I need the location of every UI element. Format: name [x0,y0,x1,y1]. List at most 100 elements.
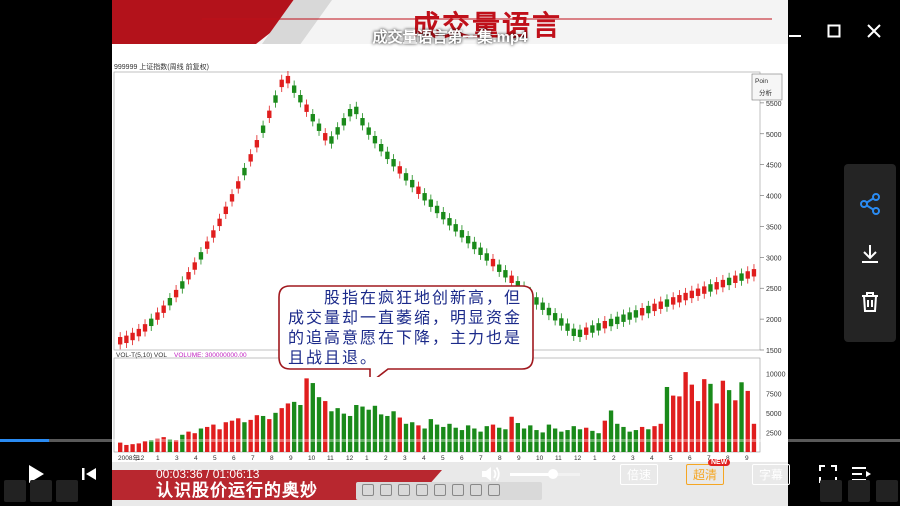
candle-body [223,206,228,215]
candle-body [285,75,291,84]
volume-bar [192,433,197,452]
trash-icon[interactable] [856,288,884,316]
thumb-placeholder [820,480,842,502]
download-icon[interactable] [856,240,884,268]
candle-body [465,235,471,244]
volume-bar [695,401,701,452]
volume-bar [118,442,123,452]
speed-button[interactable]: 倍速 [620,456,659,492]
volume-bar [347,415,353,452]
candle-body [633,310,639,318]
volume-fill [510,473,554,476]
candle-body [347,108,353,117]
volume-bar [515,423,521,452]
candle-body [254,140,260,148]
volume-bar [173,440,179,452]
candle-body [751,269,757,277]
volume-bar [329,411,334,452]
thumb-placeholder [848,480,870,502]
volume-bar [142,441,148,452]
candle-body [602,320,608,329]
volume-slider[interactable] [510,469,580,479]
candle-body [447,218,452,226]
candle-body [484,253,489,261]
new-badge: NEW [708,459,731,466]
volume-bar [360,406,365,452]
candle-body [702,286,707,294]
candle-body [316,123,322,131]
candle-body [627,312,632,320]
volume-bar [378,414,384,452]
candle-body [366,127,371,135]
volume-bar [447,423,452,452]
candle-body [664,299,670,307]
candle-body [267,110,272,119]
candle-body [497,264,502,272]
maximize-icon[interactable] [821,18,847,44]
chart-header: 999999 上证指数(周线 前复权) [114,64,209,71]
zoom-sub-label: 分析 [759,88,773,97]
close-icon[interactable] [861,18,887,44]
volume-bar [130,444,135,452]
candle-body [155,312,160,320]
volume-bar [509,416,514,452]
candle-body [211,230,216,238]
candle-body [204,241,210,249]
progress-bar[interactable] [0,439,900,442]
candle-body [385,151,390,160]
candle-body [434,205,440,214]
candle-body [149,318,154,327]
subtitle-button[interactable]: 字幕 [752,456,791,492]
candle-body [671,297,676,305]
candle-body [534,297,539,305]
volume-bar [341,413,347,452]
previous-icon[interactable] [80,456,98,492]
candle-body [248,154,253,162]
candle-body [291,85,297,93]
volume-bar [733,400,738,452]
quality-button[interactable]: 超清 NEW [686,456,731,492]
candle-body [198,252,204,260]
candle-body [708,284,713,292]
candle-body [161,305,166,313]
candle-body [646,305,651,314]
volume-bar [279,408,284,452]
volume-bar [615,423,620,452]
candle-body [459,230,465,238]
candle-body [453,224,458,232]
quality-label: 超清 [686,463,725,485]
vol-tick-label: 2500 [766,430,782,437]
candle-body [391,159,396,167]
share-icon[interactable] [856,190,884,218]
candle-body [422,193,427,201]
volume-bar [372,405,378,452]
candle-body [745,271,750,279]
candle-body [130,332,135,341]
candle-body [124,335,129,344]
thumb-placeholder [876,480,898,502]
candle-body [503,270,508,278]
zoom-label: Poin [755,78,768,85]
volume-bar [745,390,750,452]
side-toolbar [844,164,896,342]
volume-bar [596,433,601,452]
candle-body [341,118,347,126]
vol-tick-label: 5000 [766,411,782,418]
video-frame[interactable]: 成交量语言 5500 5000 4500 4000 3500 3000 2500 2000 15… [112,0,788,506]
candle-body [298,94,303,103]
thumb-placeholder [30,480,52,502]
y-tick-label: 4500 [766,163,782,170]
candle-body [584,327,589,335]
candle-body [310,114,315,122]
volume-bar [391,411,396,452]
volume-bar [608,410,614,452]
volume-bar [242,422,247,452]
volume-icon[interactable] [480,456,502,492]
candle-body [279,79,284,88]
volume-knob[interactable] [548,469,559,479]
candle-body [621,314,626,322]
candle-body [608,318,614,327]
minimize-icon[interactable] [782,18,808,44]
candle-body [441,211,446,220]
candle-body [677,295,682,303]
